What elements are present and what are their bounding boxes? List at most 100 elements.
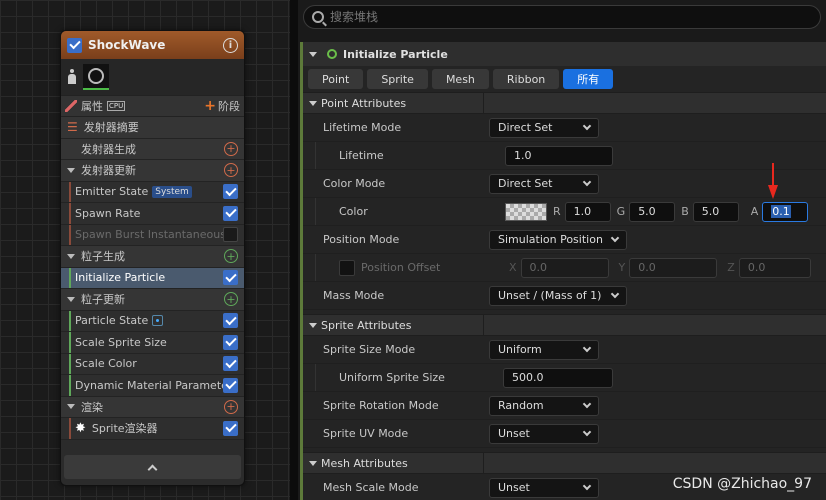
input-value: 5.0 [701, 205, 720, 218]
module-enabled-checkbox[interactable] [223, 205, 238, 221]
sprite-uv-mode-dropdown[interactable]: Unset [489, 423, 599, 444]
chevron-down-icon [582, 121, 592, 131]
group-title: Sprite Attributes [321, 318, 412, 332]
module-header[interactable]: Initialize Particle [303, 42, 826, 66]
person-icon [67, 69, 77, 85]
stack-category[interactable]: 渲染 + [61, 396, 244, 418]
sprite-size-mode-dropdown[interactable]: Uniform [489, 339, 599, 360]
stack-module-item[interactable]: Particle State [61, 310, 244, 332]
add-module-icon[interactable]: + [224, 399, 238, 414]
stack-item-label: 粒子生成 [81, 250, 125, 264]
stack-module-item[interactable]: Spawn Burst Instantaneous [61, 224, 244, 246]
module-enabled-checkbox[interactable] [223, 334, 238, 350]
filter-tab[interactable]: Sprite [367, 69, 428, 89]
mesh-scale-mode-dropdown[interactable]: Unset [489, 477, 599, 498]
module-enabled-checkbox[interactable] [223, 420, 238, 436]
color-swatch[interactable] [505, 202, 547, 221]
lifetime-mode-dropdown[interactable]: Direct Set [489, 117, 599, 138]
node-graph-canvas[interactable]: ShockWave i 属性 CPU + 阶段 ☰ 发射器摘要 发射器生成 + 发射器更… [0, 0, 298, 500]
filter-tabs: Point Sprite Mesh Ribbon 所有 [303, 66, 826, 92]
color-g-input[interactable]: 5.0 [629, 201, 676, 222]
sprite-rotation-mode-dropdown[interactable]: Random [489, 395, 599, 416]
row-sprite-uv-mode: Sprite UV Mode Unset [303, 420, 826, 448]
emitter-enabled-checkbox[interactable] [67, 37, 82, 53]
color-a-input[interactable]: 0.1 [762, 201, 809, 222]
stack-item-label: Particle State [75, 314, 149, 328]
search-input[interactable] [330, 10, 730, 24]
stack-category[interactable]: ☰ 发射器摘要 [61, 117, 244, 139]
uniform-sprite-size-input[interactable]: 500.0 [503, 367, 613, 388]
properties-row[interactable]: 属性 CPU + 阶段 [61, 95, 244, 117]
group-mesh-attributes[interactable]: Mesh Attributes [303, 452, 826, 474]
group-point-attributes[interactable]: Point Attributes [303, 92, 826, 114]
stack-category[interactable]: 发射器生成 + [61, 138, 244, 160]
module-enabled-checkbox[interactable] [223, 356, 238, 372]
stack-module-item[interactable]: Scale Sprite Size [61, 332, 244, 354]
panel-splitter[interactable] [290, 0, 298, 500]
collapse-triangle-icon[interactable] [67, 253, 75, 259]
collapse-triangle-icon[interactable] [309, 460, 317, 466]
filter-tab[interactable]: Ribbon [492, 69, 560, 89]
collapse-triangle-icon[interactable] [309, 51, 317, 57]
mass-mode-dropdown[interactable]: Unset / (Mass of 1) [489, 285, 627, 306]
add-module-icon[interactable]: + [224, 163, 238, 178]
stack-module-item[interactable]: ✸ Sprite渲染器 [61, 418, 244, 440]
color-b-input[interactable]: 5.0 [692, 201, 739, 222]
position-offset-checkbox[interactable] [339, 259, 355, 276]
module-enabled-checkbox[interactable] [223, 313, 238, 329]
stack-module-item[interactable]: Spawn Rate [61, 203, 244, 225]
row-uniform-sprite-size: Uniform Sprite Size 500.0 [303, 364, 826, 392]
module-status-icon [327, 49, 337, 59]
row-lifetime-mode: Lifetime Mode Direct Set [303, 114, 826, 142]
collapse-triangle-icon[interactable] [67, 296, 75, 302]
stack-module-item[interactable]: Dynamic Material Parameters [61, 375, 244, 397]
emitter-thumbnail[interactable] [83, 64, 109, 90]
stack-item-label: 粒子更新 [81, 293, 125, 307]
module-enabled-checkbox[interactable] [223, 227, 238, 243]
position-mode-dropdown[interactable]: Simulation Position [489, 229, 627, 250]
emitter-node[interactable]: ShockWave i 属性 CPU + 阶段 ☰ 发射器摘要 发射器生成 + 发射器更… [60, 30, 245, 486]
search-box[interactable] [303, 5, 821, 29]
offset-z-input[interactable]: 0.0 [738, 257, 811, 278]
add-module-icon[interactable]: + [224, 292, 238, 307]
collapse-triangle-icon[interactable] [309, 322, 317, 328]
stack-category[interactable]: 发射器更新 + [61, 160, 244, 182]
prop-label-with-check: Position Offset [303, 259, 483, 276]
group-sprite-attributes[interactable]: Sprite Attributes [303, 314, 826, 336]
emitter-node-header[interactable]: ShockWave i [61, 31, 244, 59]
stack-module-item[interactable]: Scale Color [61, 353, 244, 375]
module-enabled-checkbox[interactable] [223, 377, 238, 393]
stack-item-label: Spawn Rate [75, 206, 141, 220]
stack-category[interactable]: 粒子更新 + [61, 289, 244, 311]
collapse-triangle-icon[interactable] [67, 404, 75, 410]
offset-x-input[interactable]: 0.0 [520, 257, 609, 278]
color-mode-dropdown[interactable]: Direct Set [489, 173, 599, 194]
module-enabled-checkbox[interactable] [223, 184, 238, 200]
info-icon[interactable]: i [223, 37, 238, 53]
stack-module-item[interactable]: Initialize Particle [61, 267, 244, 289]
scope-badge: System [152, 185, 192, 198]
stack-category[interactable]: 粒子生成 + [61, 246, 244, 268]
add-module-icon[interactable]: + [224, 249, 238, 264]
row-sprite-size-mode: Sprite Size Mode Uniform [303, 336, 826, 364]
collapse-triangle-icon[interactable] [67, 167, 75, 173]
stack-list: ☰ 发射器摘要 发射器生成 + 发射器更新 + Emitter State System Spa… [61, 117, 244, 440]
prop-label: Position Offset [361, 261, 441, 274]
add-module-icon[interactable]: + [224, 141, 238, 156]
collapse-button[interactable] [64, 455, 241, 479]
plus-icon[interactable]: + [204, 98, 216, 114]
stack-module-item[interactable]: Emitter State System [61, 181, 244, 203]
stack-item-label: Scale Sprite Size [75, 335, 167, 349]
dropdown-value: Random [498, 399, 544, 412]
stage-button[interactable]: 阶段 [218, 98, 240, 114]
color-r-input[interactable]: 1.0 [564, 201, 611, 222]
filter-tab[interactable]: Mesh [431, 69, 489, 89]
filter-tab[interactable]: 所有 [563, 69, 614, 89]
offset-y-input[interactable]: 0.0 [629, 257, 718, 278]
collapse-triangle-icon[interactable] [309, 100, 317, 106]
module-enabled-checkbox[interactable] [223, 270, 238, 286]
dropdown-value: Unset [498, 481, 530, 494]
axis-r-label: R [553, 205, 561, 218]
filter-tab[interactable]: Point [308, 69, 364, 89]
lifetime-input[interactable]: 1.0 [505, 145, 613, 166]
